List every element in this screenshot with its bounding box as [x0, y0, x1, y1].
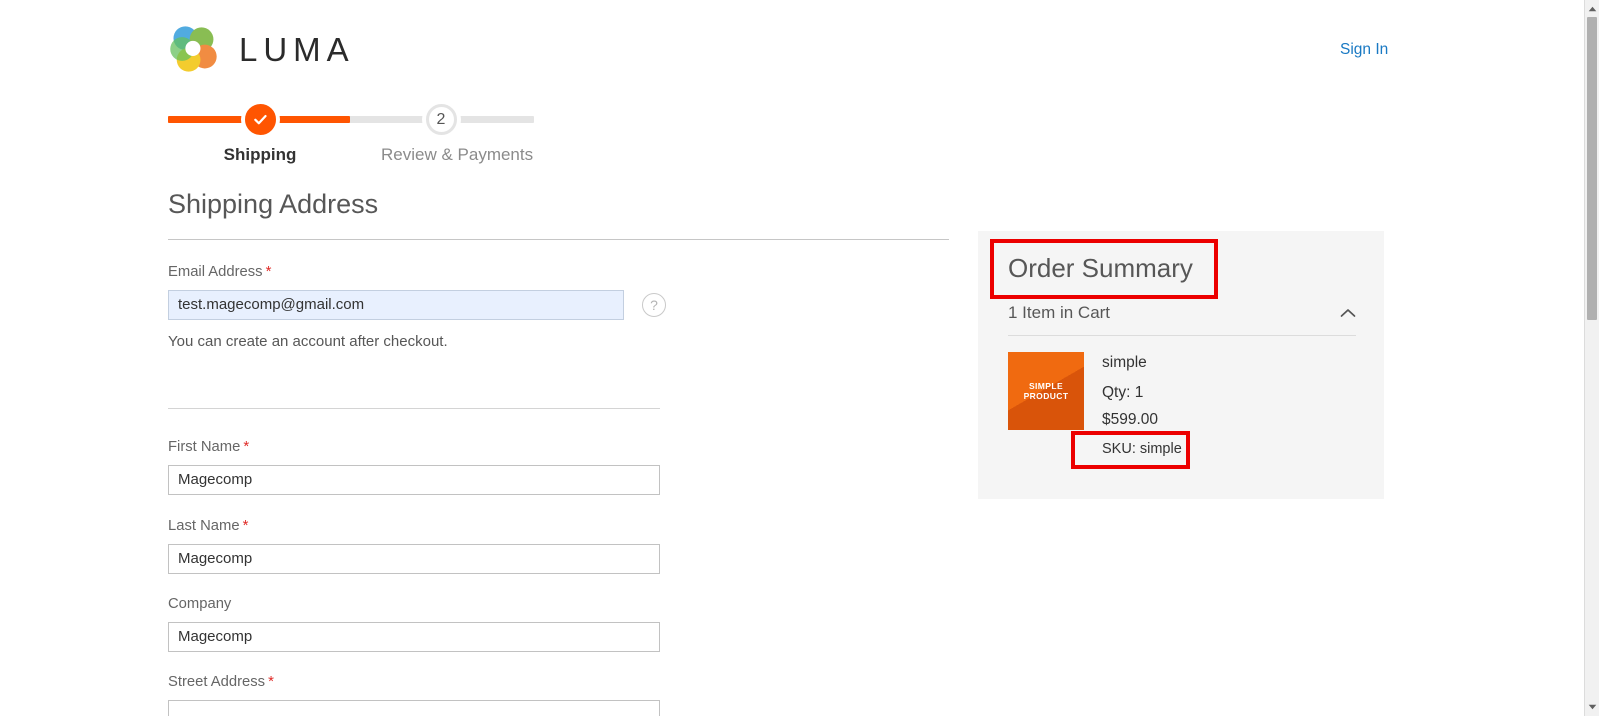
cart-item-details: simple Qty: 1 $599.00 SKU: simple: [1102, 352, 1182, 457]
step-shipping-label: Shipping: [223, 145, 297, 164]
title-divider: [168, 238, 949, 240]
order-summary-title: Order Summary: [1008, 253, 1193, 283]
progress-step-shipping[interactable]: Shipping: [200, 104, 320, 165]
step-review-marker: 2: [425, 104, 457, 135]
sign-in-link[interactable]: Sign In: [1340, 41, 1388, 59]
page-title: Shipping Address: [168, 189, 379, 219]
company-label-text: Company: [168, 596, 232, 612]
first-name-label: First Name *: [168, 438, 660, 457]
scroll-up-button[interactable]: [1585, 2, 1599, 16]
last-name-input[interactable]: [168, 543, 660, 574]
company-label: Company: [168, 595, 660, 614]
form-divider-wrap: [168, 408, 660, 409]
step-shipping-marker: [244, 104, 276, 135]
order-summary-panel: Order Summary 1 Item in Cart SIMPLE PROD…: [978, 231, 1384, 499]
luma-logo[interactable]: LUMA: [167, 22, 355, 76]
company-input[interactable]: [168, 621, 660, 652]
product-price: $599.00: [1102, 410, 1159, 428]
street-address-label-text: Street Address: [168, 674, 266, 690]
form-divider: [168, 408, 660, 409]
check-icon: [253, 115, 267, 125]
first-name-field-group: First Name *: [168, 438, 660, 495]
last-name-field-group: Last Name *: [168, 517, 660, 574]
progress-step-review-payments[interactable]: 2 Review & Payments: [381, 104, 534, 165]
luma-logo-text: LUMA: [239, 30, 355, 68]
scrollbar-thumb[interactable]: [1587, 17, 1597, 320]
email-field-group: Email Address* ? You can create an accou…: [168, 263, 666, 350]
street-address-required-marker: *: [268, 673, 274, 690]
product-thumbnail[interactable]: SIMPLE PRODUCT: [1008, 352, 1084, 431]
email-field-label: Email Address *: [168, 263, 666, 282]
email-hint-text: You can create an account after checkout…: [168, 332, 448, 350]
product-qty: Qty: 1: [1102, 383, 1144, 401]
email-label-text: Email Address: [168, 264, 263, 280]
last-name-required-marker: *: [242, 517, 249, 534]
last-name-label-text: Last Name: [168, 518, 240, 534]
scroll-down-button[interactable]: [1585, 700, 1599, 714]
cart-line-item: SIMPLE PRODUCT simple Qty: 1 $599.00 SKU…: [1008, 352, 1356, 457]
shipping-address-form: Shipping Address: [168, 188, 950, 240]
first-name-required-marker: *: [243, 438, 250, 455]
caret-down-icon: [1588, 704, 1596, 710]
product-sku: SKU: simple: [1102, 440, 1182, 457]
step-review-label: Review & Payments: [381, 145, 534, 164]
company-field-group: Company: [168, 595, 660, 652]
thumbnail-line-1: SIMPLE: [1028, 380, 1064, 391]
product-name: simple: [1102, 354, 1147, 372]
cart-toggle-header[interactable]: 1 Item in Cart: [1008, 303, 1356, 337]
checkout-progress-bar: Shipping 2 Review & Payments: [168, 104, 534, 174]
cart-item-count: 1 Item in Cart: [1008, 303, 1111, 323]
street-address-input[interactable]: [168, 699, 660, 716]
thumbnail-label: SIMPLE PRODUCT: [1008, 352, 1084, 430]
chevron-up-icon[interactable]: [1340, 308, 1356, 318]
question-mark-icon[interactable]: ?: [642, 292, 666, 317]
caret-up-icon: [1588, 6, 1596, 12]
first-name-input[interactable]: [168, 464, 660, 495]
last-name-label: Last Name *: [168, 517, 660, 536]
street-address-label: Street Address *: [168, 673, 660, 692]
vertical-scrollbar[interactable]: [1584, 0, 1599, 716]
street-address-field-group: Street Address *: [168, 673, 660, 716]
checkout-page: LUMA Sign In Shipping 2 Review & Payment…: [0, 0, 1584, 716]
first-name-label-text: First Name: [168, 439, 241, 455]
luma-flower-logo-icon: [170, 26, 217, 72]
email-input[interactable]: [168, 289, 624, 320]
email-required-marker: *: [265, 263, 272, 280]
email-input-row: ?: [168, 289, 666, 320]
thumbnail-line-2: PRODUCT: [1023, 391, 1069, 402]
